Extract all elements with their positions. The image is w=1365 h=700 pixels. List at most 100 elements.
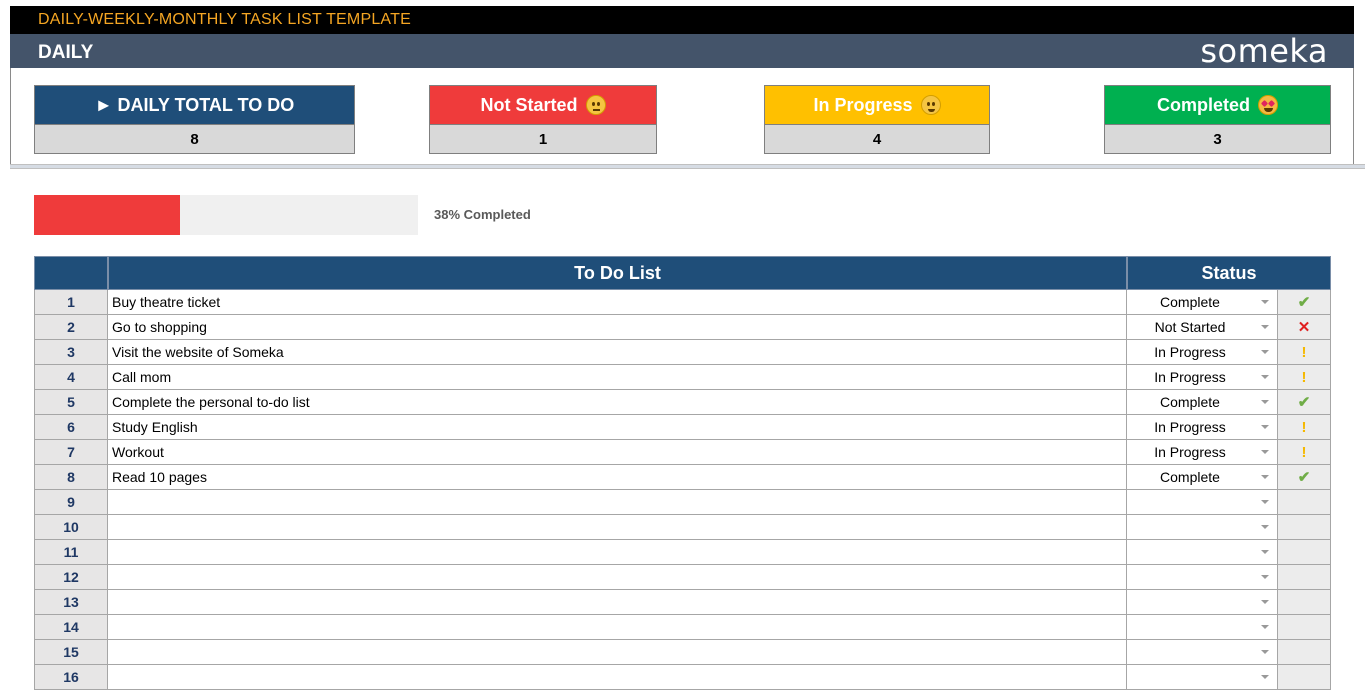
task-cell[interactable]: Complete the personal to-do list [108, 390, 1127, 415]
task-cell[interactable]: Study English [108, 415, 1127, 440]
chevron-down-icon[interactable] [1261, 325, 1269, 329]
status-dropdown[interactable] [1127, 490, 1278, 515]
status-dropdown[interactable]: Complete [1127, 465, 1278, 490]
status-dropdown[interactable] [1127, 665, 1278, 690]
task-cell[interactable] [108, 540, 1127, 565]
status-value: Complete [1160, 294, 1220, 310]
chevron-down-icon[interactable] [1261, 475, 1269, 479]
row-number: 12 [34, 565, 108, 590]
chevron-down-icon[interactable] [1261, 300, 1269, 304]
status-dropdown[interactable]: Complete [1127, 290, 1278, 315]
status-icon: ! [1301, 343, 1307, 361]
task-cell[interactable]: Read 10 pages [108, 465, 1127, 490]
star-struck-face-icon [1258, 95, 1278, 115]
row-number: 13 [34, 590, 108, 615]
row-number: 3 [34, 340, 108, 365]
row-number: 5 [34, 390, 108, 415]
card-in-progress-value: 4 [764, 124, 990, 154]
status-dropdown[interactable] [1127, 565, 1278, 590]
status-dropdown[interactable] [1127, 640, 1278, 665]
card-daily-total-value: 8 [34, 124, 355, 154]
status-icon: ! [1301, 368, 1307, 386]
chevron-down-icon[interactable] [1261, 600, 1269, 604]
task-cell[interactable]: Buy theatre ticket [108, 290, 1127, 315]
task-cell[interactable] [108, 640, 1127, 665]
table-row: 1 Buy theatre ticket Complete ✔ [34, 290, 1331, 315]
task-cell[interactable]: Visit the website of Someka [108, 340, 1127, 365]
status-dropdown[interactable]: Not Started [1127, 315, 1278, 340]
status-indicator-icon: ✕ [1278, 315, 1331, 340]
table-row: 13 [34, 590, 1331, 615]
smile-face-icon [920, 95, 941, 115]
card-in-progress-header: In Progress [764, 85, 990, 124]
chevron-down-icon[interactable] [1261, 650, 1269, 654]
row-number: 9 [34, 490, 108, 515]
chevron-down-icon[interactable] [1261, 675, 1269, 679]
row-number: 10 [34, 515, 108, 540]
chevron-down-icon[interactable] [1261, 575, 1269, 579]
chevron-down-icon[interactable] [1261, 400, 1269, 404]
row-number: 2 [34, 315, 108, 340]
chevron-down-icon[interactable] [1261, 500, 1269, 504]
status-indicator-icon: ✔ [1278, 390, 1331, 415]
task-cell[interactable]: Call mom [108, 365, 1127, 390]
task-cell[interactable]: Go to shopping [108, 315, 1127, 340]
status-icon: ✕ [1297, 319, 1311, 336]
app-title: DAILY-WEEKLY-MONTHLY TASK LIST TEMPLATE [38, 11, 411, 28]
table-row: 7 Workout In Progress! [34, 440, 1331, 465]
status-icon: ! [1301, 418, 1307, 436]
status-indicator-icon: ! [1278, 340, 1331, 365]
task-cell[interactable] [108, 490, 1127, 515]
status-dropdown[interactable]: In Progress [1127, 440, 1278, 465]
card-not-started-value: 1 [429, 124, 657, 154]
chevron-down-icon[interactable] [1261, 450, 1269, 454]
task-cell[interactable] [108, 615, 1127, 640]
status-dropdown[interactable] [1127, 540, 1278, 565]
section-divider [10, 164, 1365, 169]
status-indicator-icon [1278, 565, 1331, 590]
status-value: Complete [1160, 394, 1220, 410]
task-cell[interactable]: Workout [108, 440, 1127, 465]
status-dropdown[interactable]: In Progress [1127, 365, 1278, 390]
table-row: 6 Study English In Progress! [34, 415, 1331, 440]
section-title: DAILY [38, 42, 94, 63]
task-cell[interactable] [108, 565, 1127, 590]
frame-line-left [10, 68, 11, 168]
task-cell[interactable] [108, 515, 1127, 540]
table-row: 2 Go to shopping Not Started ✕ [34, 315, 1331, 340]
header-status: Status [1127, 256, 1331, 290]
row-number: 6 [34, 415, 108, 440]
chevron-down-icon[interactable] [1261, 625, 1269, 629]
table-row: 5 Complete the personal to-do list Complet… [34, 390, 1331, 415]
status-dropdown[interactable]: Complete [1127, 390, 1278, 415]
task-cell[interactable] [108, 590, 1127, 615]
card-completed: Completed 3 [1104, 85, 1331, 154]
card-completed-label: Completed [1156, 94, 1250, 115]
progress-label: 38% Completed [434, 207, 531, 222]
table-row: 3 Visit the website of Someka In Progress! [34, 340, 1331, 365]
status-dropdown[interactable] [1127, 590, 1278, 615]
neutral-face-icon [585, 95, 606, 115]
chevron-down-icon[interactable] [1261, 375, 1269, 379]
header-todo-list: To Do List [108, 256, 1127, 290]
status-indicator-icon [1278, 540, 1331, 565]
status-indicator-icon: ! [1278, 365, 1331, 390]
app-title-bar: DAILY-WEEKLY-MONTHLY TASK LIST TEMPLATE [10, 6, 1354, 34]
row-number: 16 [34, 665, 108, 690]
chevron-down-icon[interactable] [1261, 350, 1269, 354]
status-dropdown[interactable] [1127, 515, 1278, 540]
chevron-down-icon[interactable] [1261, 425, 1269, 429]
someka-logo: someka [1200, 32, 1328, 70]
status-dropdown[interactable] [1127, 615, 1278, 640]
status-dropdown[interactable]: In Progress [1127, 415, 1278, 440]
chevron-down-icon[interactable] [1261, 550, 1269, 554]
card-daily-total-label: ► DAILY TOTAL TO DO [94, 94, 295, 115]
header-number [34, 256, 108, 290]
status-dropdown[interactable]: In Progress [1127, 340, 1278, 365]
table-header: To Do List Status [34, 256, 1331, 290]
status-indicator-icon [1278, 665, 1331, 690]
chevron-down-icon[interactable] [1261, 525, 1269, 529]
task-cell[interactable] [108, 665, 1127, 690]
table-row: 10 [34, 515, 1331, 540]
table-body: 1 Buy theatre ticket Complete ✔ 2 Go to shopp… [34, 290, 1331, 690]
